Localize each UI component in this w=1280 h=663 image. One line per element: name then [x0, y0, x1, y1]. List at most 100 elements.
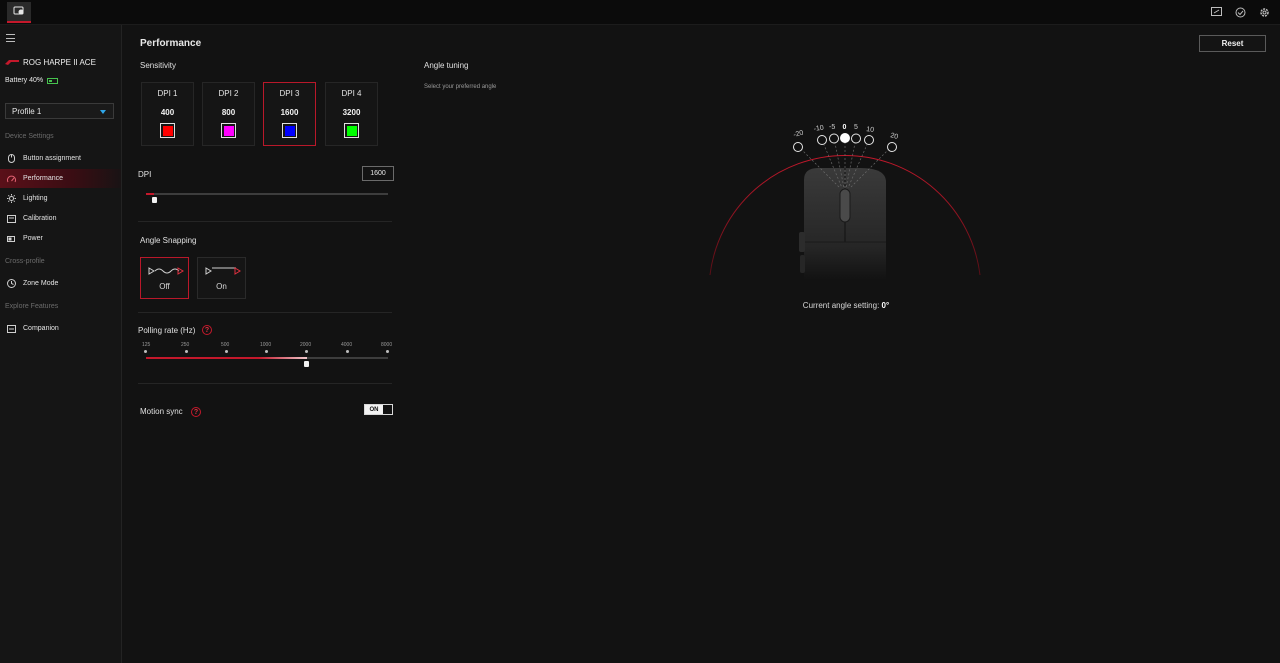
- polling-tick-label: 125: [142, 342, 151, 348]
- dpi-value-input[interactable]: 1600: [362, 166, 394, 181]
- polling-tick-label: 8000: [381, 342, 393, 348]
- angle-option-0[interactable]: [840, 133, 850, 143]
- divider: [138, 383, 392, 384]
- performance-icon: [7, 174, 16, 183]
- polling-tick-label: 4000: [341, 342, 353, 348]
- straight-line-icon: [205, 267, 241, 275]
- angle-snapping-on[interactable]: On: [197, 257, 246, 299]
- mouse-image: [799, 168, 886, 280]
- angle-option-minus-10[interactable]: [817, 135, 827, 145]
- toggle-state: ON: [365, 405, 383, 414]
- polling-step[interactable]: [265, 350, 268, 353]
- dpi-color-swatch[interactable]: [282, 123, 297, 138]
- angle-option-minus-5[interactable]: [829, 133, 839, 144]
- help-icon[interactable]: ?: [202, 325, 212, 335]
- polling-slider-thumb[interactable]: [304, 361, 309, 367]
- divider: [138, 312, 392, 313]
- help-icon[interactable]: ?: [191, 407, 201, 417]
- section-explore-features: Explore Features: [5, 303, 59, 310]
- mouse-app-icon: [13, 6, 25, 18]
- polling-tick-label: 250: [181, 342, 190, 348]
- title-bar: [0, 0, 1280, 25]
- angle-snapping-on-label: On: [216, 282, 227, 291]
- device-header: ROG HARPE II ACE: [5, 58, 96, 67]
- sidebar-item-companion[interactable]: Companion: [0, 319, 121, 338]
- angle-label: -20: [793, 130, 805, 139]
- battery-icon: [47, 77, 59, 84]
- section-cross-profile: Cross-profile: [5, 258, 45, 265]
- polling-step[interactable]: [346, 350, 349, 353]
- angle-snapping-label: Angle Snapping: [140, 236, 197, 245]
- gear-icon[interactable]: [1258, 6, 1270, 18]
- page-title: Performance: [140, 38, 202, 49]
- angle-label: -10: [813, 125, 824, 133]
- dpi-stage-name: DPI 2: [218, 89, 239, 98]
- hamburger-menu-icon[interactable]: [6, 34, 15, 42]
- sidebar-item-label: Performance: [23, 175, 64, 182]
- sidebar-item-button-assignment[interactable]: Button assignment: [0, 149, 121, 168]
- polling-slider-fill: [146, 357, 307, 359]
- angle-snapping-off-label: Off: [159, 282, 170, 291]
- dpi-stage-1[interactable]: DPI 1 400: [141, 82, 194, 146]
- dpi-stage-value: 400: [160, 108, 175, 117]
- angle-option-5[interactable]: [851, 133, 861, 144]
- dpi-color-swatch[interactable]: [160, 123, 175, 138]
- sidebar-item-performance[interactable]: Performance: [0, 169, 121, 188]
- dpi-label: DPI: [138, 170, 152, 179]
- wavy-line-icon: [148, 267, 184, 275]
- polling-step[interactable]: [225, 350, 228, 353]
- angle-option-minus-20[interactable]: [793, 142, 803, 152]
- dpi-slider-thumb[interactable]: [152, 197, 157, 203]
- polling-step[interactable]: [305, 350, 308, 353]
- dpi-slider-fill: [146, 193, 154, 195]
- dpi-stage-value: 1600: [280, 108, 299, 117]
- motion-sync-toggle[interactable]: ON: [364, 404, 393, 415]
- sync-icon[interactable]: [1234, 6, 1246, 18]
- dpi-slider-track[interactable]: [146, 193, 388, 195]
- sidebar-item-label: Zone Mode: [23, 280, 59, 287]
- current-angle-label: Current angle setting:: [802, 301, 880, 310]
- dpi-color-swatch[interactable]: [221, 123, 236, 138]
- dpi-color-swatch[interactable]: [344, 123, 359, 138]
- current-angle-value: 0°: [881, 301, 890, 310]
- angle-tuning-visual: -20 -10 -5 0 5 10 20: [709, 124, 981, 280]
- angle-label: 5: [854, 124, 858, 131]
- sidebar-item-zone-mode[interactable]: Zone Mode: [0, 274, 121, 293]
- display-icon[interactable]: [1210, 6, 1222, 18]
- polling-step[interactable]: [185, 350, 188, 353]
- battery-label: Battery 40%: [5, 77, 44, 84]
- sidebar-item-power[interactable]: Power: [0, 229, 121, 248]
- zone-mode-icon: [7, 279, 16, 288]
- dpi-stage-4[interactable]: DPI 4 3200: [325, 82, 378, 146]
- angle-option-20[interactable]: [887, 142, 897, 152]
- rog-logo-icon: [5, 60, 19, 65]
- companion-icon: [7, 324, 16, 333]
- angle-label: 20: [889, 132, 898, 141]
- polling-tick-label: 500: [221, 342, 230, 348]
- angle-snapping-off[interactable]: Off: [140, 257, 189, 299]
- dpi-stage-3[interactable]: DPI 3 1600: [263, 82, 316, 146]
- mouse-icon: [7, 154, 16, 163]
- sensitivity-label: Sensitivity: [140, 61, 177, 70]
- polling-step[interactable]: [144, 350, 147, 353]
- profile-dropdown[interactable]: Profile 1: [5, 103, 114, 119]
- sidebar-item-calibration[interactable]: Calibration: [0, 209, 121, 228]
- angle-label: 10: [866, 126, 875, 134]
- polling-step[interactable]: [386, 350, 389, 353]
- polling-rate-label: Polling rate (Hz): [138, 326, 196, 335]
- angle-tuning-title: Angle tuning: [424, 61, 469, 70]
- dpi-stage-2[interactable]: DPI 2 800: [202, 82, 255, 146]
- app-tab[interactable]: [7, 2, 31, 23]
- sidebar-item-label: Calibration: [23, 215, 57, 222]
- sidebar-item-lighting[interactable]: Lighting: [0, 189, 121, 208]
- sidebar-item-label: Power: [23, 235, 43, 242]
- current-angle-setting: Current angle setting: 0°: [766, 301, 926, 310]
- angle-tuning-hint: Select your preferred angle: [424, 84, 497, 90]
- sidebar-item-label: Lighting: [23, 195, 48, 202]
- angle-option-10[interactable]: [864, 135, 874, 145]
- divider: [138, 221, 392, 222]
- dpi-stage-value: 3200: [342, 108, 361, 117]
- device-name: ROG HARPE II ACE: [23, 58, 96, 67]
- reset-button[interactable]: Reset: [1199, 35, 1266, 52]
- dpi-stage-name: DPI 3: [279, 89, 300, 98]
